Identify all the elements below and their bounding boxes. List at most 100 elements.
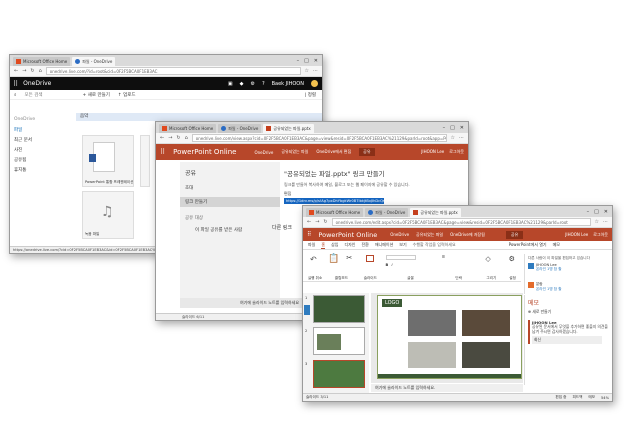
side-item-invite[interactable]: 초대: [185, 185, 275, 191]
sort-button[interactable]: | 정렬: [305, 92, 316, 98]
close-icon[interactable]: ✕: [604, 209, 608, 215]
person-row[interactable]: 분람 온라인 1명 참 할: [528, 282, 610, 292]
menu-insert[interactable]: 삽입: [331, 242, 338, 248]
avatar[interactable]: [311, 80, 318, 87]
share-button[interactable]: 공유: [359, 148, 375, 156]
forward-icon[interactable]: →: [168, 135, 172, 141]
new-button[interactable]: + 새로 만들기: [83, 92, 110, 98]
link-field[interactable]: https://1drv.ms/p/s!Ag7pxDhYbgkWr0B7Ibkj…: [284, 198, 384, 204]
slide-thumbnail[interactable]: [313, 327, 365, 355]
upload-button[interactable]: ↑ 업로드: [118, 92, 136, 98]
refresh-icon[interactable]: ↻: [323, 219, 327, 225]
close-icon[interactable]: ✕: [314, 58, 318, 64]
maximize-icon[interactable]: □: [594, 209, 599, 215]
logout-link[interactable]: 로그아웃: [593, 232, 608, 238]
browser-tab[interactable]: 파일 - OneDrive: [365, 208, 409, 217]
reply-field[interactable]: 회신: [532, 336, 602, 345]
home-icon[interactable]: ⌂: [185, 135, 188, 141]
nav-item-shared[interactable]: 공유됨: [14, 157, 68, 163]
other-link-label[interactable]: 다른 링크: [272, 224, 292, 231]
font-box[interactable]: [385, 255, 416, 260]
star-icon[interactable]: ☆: [305, 68, 309, 74]
bell-icon[interactable]: ◆: [240, 81, 244, 87]
new-slide-icon[interactable]: [366, 255, 375, 262]
browser-tab-active[interactable]: 공유되었는 파일.pptx: [263, 124, 314, 133]
notes-hint[interactable]: 여기에 슬라이드 노트를 입력하세요: [240, 300, 299, 305]
browser-tab[interactable]: Microsoft Office Home: [159, 124, 217, 133]
side-item-link[interactable]: 링크 만들기: [180, 197, 280, 207]
file-tile[interactable]: PowerPoint 통합 프레젠테이션: [82, 135, 134, 187]
comments-button[interactable]: 메모: [553, 242, 612, 248]
share-button[interactable]: 공유: [505, 230, 524, 239]
browser-tab-active[interactable]: 공유되었는 파일.pptx: [410, 208, 461, 217]
menu-design[interactable]: 디자인: [344, 242, 355, 248]
menu-icon[interactable]: ⋯: [603, 219, 608, 225]
user-name[interactable]: Baek JIHOON: [272, 81, 304, 87]
gear-icon[interactable]: ⚙: [250, 81, 254, 87]
menu-transitions[interactable]: 전환: [361, 242, 368, 248]
tell-me-input[interactable]: 수행할 작업을 입력하세요: [413, 242, 456, 248]
comment-card[interactable]: JIHOON Lee 공유된 문서에서 무엇을 추가하면 좋을지 의견을 남겨 …: [528, 320, 610, 345]
chat-icon[interactable]: ▣: [228, 81, 233, 87]
home-icon[interactable]: ⌂: [39, 68, 42, 74]
maximize-icon[interactable]: □: [304, 58, 309, 64]
maximize-icon[interactable]: □: [450, 125, 455, 131]
menu-icon[interactable]: ⋯: [459, 135, 464, 141]
paste-icon[interactable]: 📋: [328, 254, 339, 264]
star-icon[interactable]: ☆: [595, 219, 599, 225]
nav-item-files[interactable]: 파일: [14, 127, 68, 133]
open-desktop-button[interactable]: PowerPoint에서 열기: [509, 242, 547, 248]
notes-text[interactable]: 여기에 슬라이드 노트를 입력하세요.: [375, 385, 435, 390]
app-launcher-icon[interactable]: ⠿: [307, 231, 311, 238]
side-item-recipients[interactable]: 이 파일 공유를 받은 사람: [185, 227, 275, 233]
status-feedback[interactable]: 피드백: [572, 395, 582, 400]
status-comments[interactable]: 메모: [588, 395, 595, 400]
slide[interactable]: LOGO: [377, 295, 522, 379]
address-input[interactable]: onedrive.live.com/view.aspx?cid=0F2F5BCA…: [191, 134, 447, 142]
slide-thumbnail[interactable]: [313, 295, 365, 323]
crumb[interactable]: OneDrive에서 편집: [316, 149, 351, 155]
cut-icon[interactable]: ✂: [346, 254, 352, 262]
file-tile[interactable]: [140, 135, 150, 187]
menu-home[interactable]: 홈: [321, 242, 326, 249]
italic-icon[interactable]: I: [392, 263, 393, 267]
search-input[interactable]: 모든 검색: [25, 92, 75, 98]
user-name[interactable]: JIHOON Lee: [565, 232, 588, 238]
shapes-icon[interactable]: ◇: [485, 255, 490, 263]
forward-icon[interactable]: →: [315, 219, 319, 225]
minimize-icon[interactable]: –: [587, 209, 590, 215]
zoom-level[interactable]: 54%: [601, 396, 609, 400]
menu-animations[interactable]: 애니메이션: [375, 242, 393, 248]
person-row[interactable]: JIHOON Lee 온라인 1명 참 할: [528, 263, 610, 272]
refresh-icon[interactable]: ↻: [176, 135, 180, 141]
bullets-icon[interactable]: ☰: [442, 255, 445, 259]
user-name[interactable]: JIHOON Lee: [421, 149, 444, 155]
browser-tab[interactable]: Microsoft Office Home: [306, 208, 364, 217]
nav-item-recent[interactable]: 최근 문서: [14, 137, 68, 143]
help-icon[interactable]: ?: [262, 81, 265, 87]
slide-thumbnail-selected[interactable]: [313, 360, 365, 388]
logout-link[interactable]: 로그아웃: [449, 149, 464, 155]
menu-view[interactable]: 보기: [399, 242, 406, 248]
menu-icon[interactable]: ⋯: [313, 68, 318, 74]
browser-tab[interactable]: Microsoft Office Home: [13, 57, 71, 66]
crumb[interactable]: OneDrive: [255, 150, 274, 155]
address-input[interactable]: onedrive.live.com/edit.aspx?cid=0F2F5BCA…: [331, 218, 591, 226]
back-icon[interactable]: ←: [307, 219, 311, 225]
new-comment-button[interactable]: ⊕ 새로 만들기: [528, 309, 610, 315]
minimize-icon[interactable]: –: [443, 125, 446, 131]
settings-icon[interactable]: ⚙: [509, 255, 515, 263]
menu-file[interactable]: 파일: [308, 242, 315, 248]
undo-icon[interactable]: ↶: [310, 255, 317, 264]
app-launcher-icon[interactable]: ⠿: [160, 148, 165, 156]
nav-item-recycle[interactable]: 휴지통: [14, 167, 68, 173]
file-tile[interactable]: ♫ 녹음 파일: [82, 191, 134, 239]
app-launcher-icon[interactable]: ⠿: [13, 80, 18, 88]
minimize-icon[interactable]: –: [297, 58, 300, 64]
bold-icon[interactable]: B: [386, 263, 389, 267]
browser-tab[interactable]: 파일 - OneDrive: [218, 124, 262, 133]
close-icon[interactable]: ✕: [460, 125, 464, 131]
star-icon[interactable]: ☆: [451, 135, 455, 141]
back-icon[interactable]: ←: [160, 135, 164, 141]
forward-icon[interactable]: →: [22, 68, 26, 74]
